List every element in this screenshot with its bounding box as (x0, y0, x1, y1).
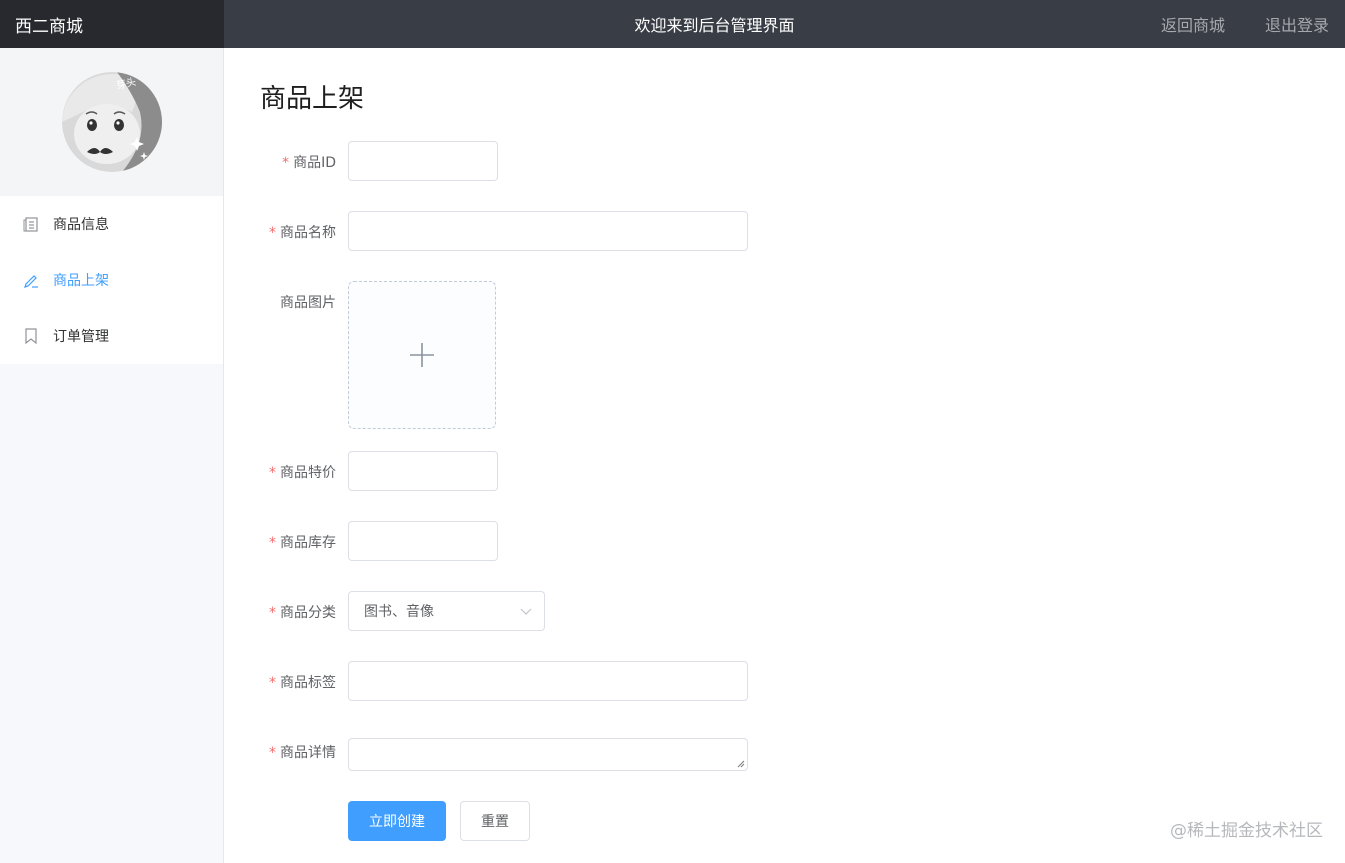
required-marker: * (269, 675, 276, 691)
category-select-value: 图书、音像 (364, 604, 434, 620)
form-label: * 商品详情 (269, 745, 336, 761)
required-marker: * (269, 535, 276, 551)
product-id-input[interactable] (348, 141, 498, 181)
required-marker: * (269, 225, 276, 241)
logout-link[interactable]: 退出登录 (1265, 12, 1329, 36)
chevron-down-icon (520, 608, 532, 615)
sidebar-item-label: 商品上架 (53, 273, 109, 289)
form-label: 商品图片 (280, 295, 336, 311)
sidebar-item-order-management[interactable]: 订单管理 (0, 308, 223, 364)
sidebar-item-product-listing[interactable]: 商品上架 (0, 252, 223, 308)
form-label: * 商品ID (282, 155, 336, 171)
required-marker: * (269, 465, 276, 481)
sidebar-item-label: 订单管理 (53, 329, 109, 345)
sidebar: 芽头 商品信息 商品上架 订单管理 (0, 48, 224, 863)
back-to-shop-link[interactable]: 返回商城 (1161, 12, 1225, 36)
image-upload[interactable] (348, 281, 496, 429)
product-stock-input[interactable] (348, 521, 498, 561)
product-detail-textarea[interactable] (348, 738, 748, 771)
top-links: 返回商城 退出登录 (1161, 0, 1329, 48)
product-tags-input[interactable] (348, 661, 748, 701)
required-marker: * (269, 605, 276, 621)
watermark-text: @稀土掘金技术社区 (1170, 821, 1323, 841)
required-marker: * (269, 745, 276, 761)
edit-pen-icon (22, 271, 40, 289)
document-icon (22, 215, 40, 233)
resize-handle-icon[interactable] (737, 760, 745, 768)
form-label: * 商品名称 (269, 225, 336, 241)
plus-icon (410, 343, 434, 367)
avatar[interactable]: 芽头 (61, 72, 162, 172)
product-price-input[interactable] (348, 451, 498, 491)
reset-button[interactable]: 重置 (460, 801, 530, 841)
product-name-input[interactable] (348, 211, 748, 251)
form-label: * 商品标签 (269, 675, 336, 691)
sidebar-item-label: 商品信息 (53, 217, 109, 233)
brand-title: 西二商城 (0, 0, 224, 48)
top-bar: 西二商城 欢迎来到后台管理界面 返回商城 退出登录 (0, 0, 1345, 48)
required-marker: * (282, 155, 290, 171)
sidebar-item-product-info[interactable]: 商品信息 (0, 196, 223, 252)
avatar-area: 芽头 (0, 48, 223, 196)
form-label: * 商品分类 (269, 605, 336, 621)
category-select[interactable]: 图书、音像 (348, 591, 545, 631)
main-content: 商品上架 * 商品ID * 商品名称 商品图片 * 商品特价 * 商品库存 * 商品分类 … (225, 48, 1345, 863)
form-label: * 商品特价 (269, 465, 336, 481)
form-label: * 商品库存 (269, 535, 336, 551)
page-title: 商品上架 (260, 84, 365, 114)
avatar-cartoon-icon: 芽头 (61, 72, 162, 172)
sidebar-menu: 商品信息 商品上架 订单管理 (0, 196, 223, 364)
bookmark-icon (22, 327, 40, 345)
create-button[interactable]: 立即创建 (348, 801, 446, 841)
